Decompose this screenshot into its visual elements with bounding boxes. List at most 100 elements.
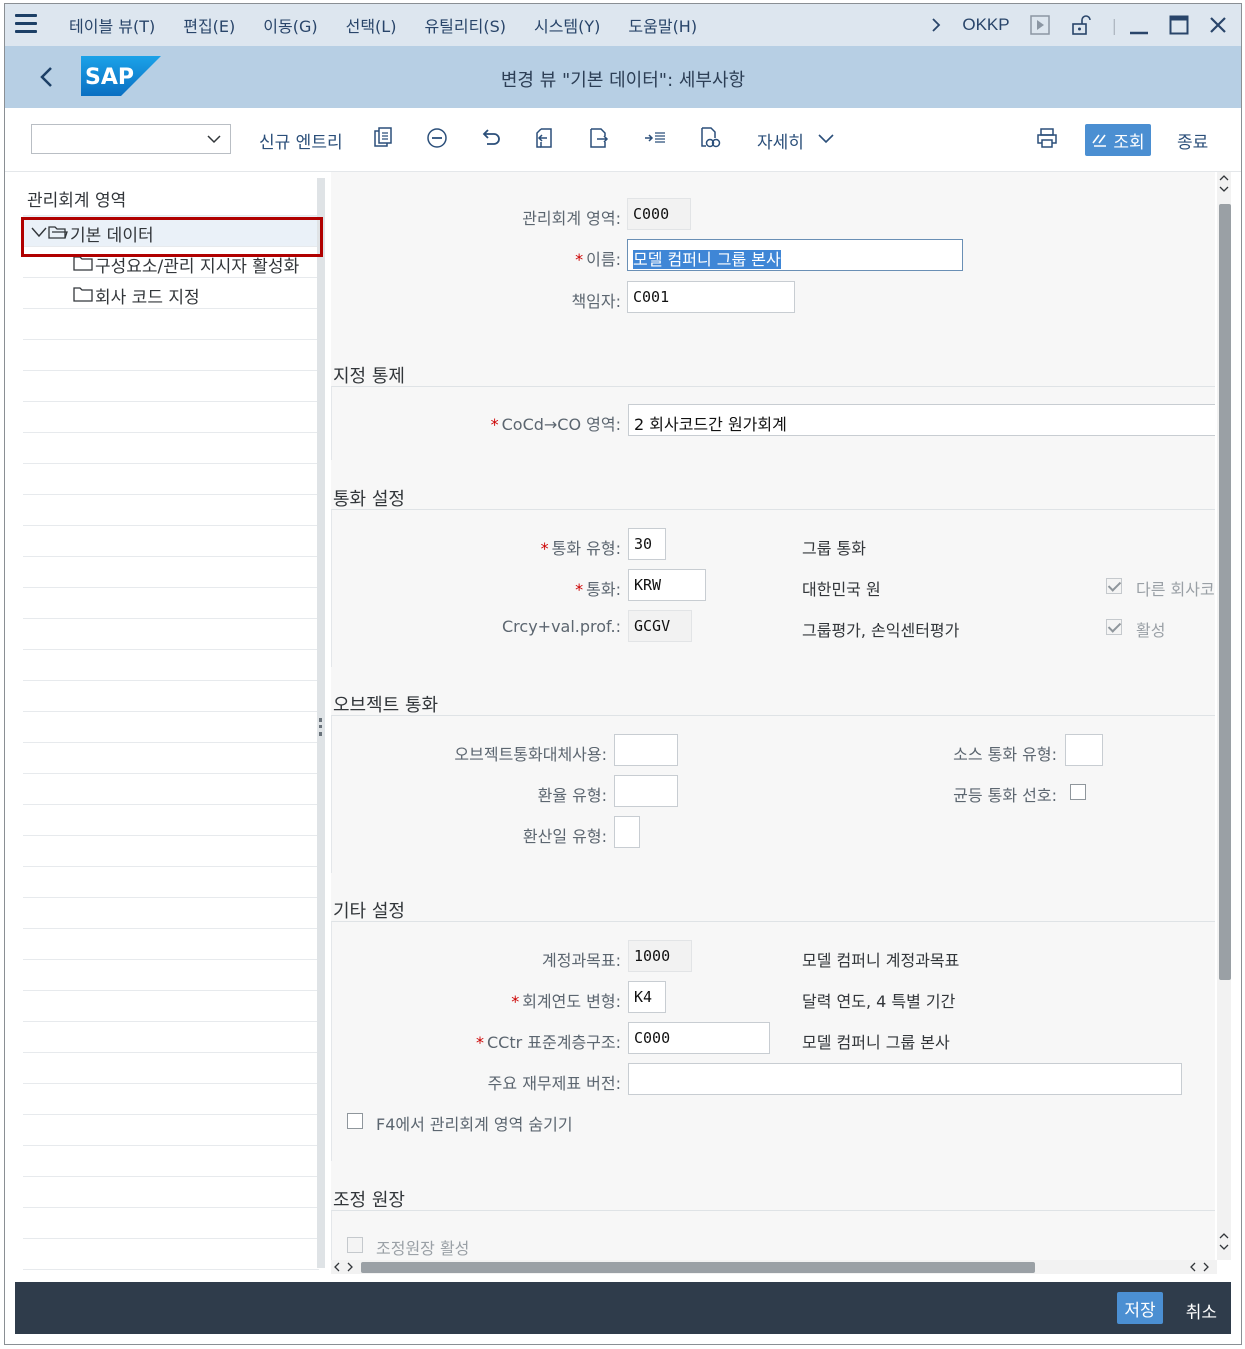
display-toggle-button[interactable]: 조회 xyxy=(1085,124,1151,156)
tree-empty-row xyxy=(23,1084,319,1115)
name-label-text: 이름: xyxy=(586,250,621,269)
tree-splitter[interactable] xyxy=(317,178,325,1268)
menu-utilities[interactable]: 유틸리티(S) xyxy=(424,13,506,37)
chevron-down-icon xyxy=(207,135,221,144)
tree-empty-row xyxy=(23,929,319,960)
save-button[interactable]: 저장 xyxy=(1117,1292,1163,1324)
horizontal-scrollbar[interactable] xyxy=(331,1260,1217,1274)
minimize-icon[interactable] xyxy=(1129,15,1149,35)
cancel-button[interactable]: 취소 xyxy=(1186,1298,1217,1323)
cctr-hierarchy-description: 모델 컴퍼니 그룹 본사 xyxy=(802,1033,950,1052)
name-label: * 이름: xyxy=(575,250,621,269)
next-entry-icon[interactable] xyxy=(587,126,611,150)
tree-empty-row xyxy=(23,1208,319,1239)
menu-edit[interactable]: 편집(E) xyxy=(183,13,235,37)
tree-empty-row xyxy=(23,557,319,588)
print-icon[interactable] xyxy=(1035,126,1059,150)
tree-empty-row xyxy=(23,464,319,495)
tree-empty-row xyxy=(23,960,319,991)
tree-empty-row xyxy=(23,433,319,464)
currency-label: * 통화: xyxy=(575,580,621,599)
new-entry-button[interactable]: 신규 엔트리 xyxy=(259,128,343,153)
folder-icon xyxy=(73,256,93,271)
fiscal-year-variant-label: * 회계연도 변형: xyxy=(511,992,621,1011)
tree-empty-row xyxy=(23,619,319,650)
menu-table-view[interactable]: 테이블 뷰(T) xyxy=(69,13,155,37)
person-responsible-input[interactable]: C001 xyxy=(627,281,795,313)
menu-selection[interactable]: 선택(L) xyxy=(346,13,397,37)
alt-object-currency-input[interactable] xyxy=(614,734,678,766)
cocd-label-text: CoCd→CO 영역: xyxy=(501,415,621,434)
hide-co-area-f4-checkbox[interactable] xyxy=(347,1113,363,1129)
unlock-icon[interactable] xyxy=(1070,14,1092,36)
chevron-down-icon[interactable] xyxy=(817,130,835,148)
group-assignment-control: * CoCd→CO 영역: 2 회사코드간 원가회계 xyxy=(331,386,1215,460)
horizontal-scroll-thumb[interactable] xyxy=(361,1262,1035,1273)
tree-empty-row xyxy=(23,650,319,681)
tree-item-company-code-assignment[interactable]: 회사 코드 지정 xyxy=(23,278,319,309)
maximize-icon[interactable] xyxy=(1169,15,1189,35)
chart-of-accounts-field: 1000 xyxy=(628,940,692,972)
tree-empty-row xyxy=(23,340,319,371)
exchange-rate-type-input[interactable] xyxy=(614,775,678,807)
tree-empty-row xyxy=(23,495,319,526)
menu-help[interactable]: 도움말(H) xyxy=(628,13,697,37)
section-reconciliation-ledger: 조정 원장 xyxy=(333,1190,405,1211)
exchange-rate-type-label: 환율 유형: xyxy=(537,786,607,805)
currency-input[interactable]: KRW xyxy=(628,569,706,601)
reconciliation-ledger-active-checkbox xyxy=(347,1237,363,1253)
close-icon[interactable] xyxy=(1209,16,1227,34)
menu-goto[interactable]: 이동(G) xyxy=(263,13,317,37)
previous-entry-icon[interactable] xyxy=(533,126,557,150)
scroll-down-icon[interactable] xyxy=(1219,1232,1229,1254)
active-checkbox xyxy=(1106,619,1122,635)
splitter-handle[interactable] xyxy=(319,718,322,736)
currency-type-input[interactable]: 30 xyxy=(628,528,666,560)
detail-content: 관리회계 영역: C000 * 이름: 모델 컴퍼니 그룹 본사 책임자: C00… xyxy=(331,172,1215,1260)
tree-empty-row xyxy=(23,1146,319,1177)
print-preview-icon[interactable] xyxy=(697,126,721,150)
valuation-profile-description: 그룹평가, 손익센터평가 xyxy=(802,621,960,640)
menu-system[interactable]: 시스템(Y) xyxy=(534,13,600,37)
chart-of-accounts-description: 모델 컴퍼니 계정과목표 xyxy=(802,951,960,970)
scroll-left-icon[interactable] xyxy=(333,1262,355,1272)
tree-empty-row xyxy=(23,371,319,402)
fiscal-year-variant-input[interactable]: K4 xyxy=(628,981,666,1013)
delete-icon[interactable] xyxy=(425,126,449,150)
fiscal-year-variant-description: 달력 연도, 4 특별 기간 xyxy=(802,992,956,1011)
fs-version-input[interactable] xyxy=(628,1063,1182,1095)
tree-empty-row xyxy=(23,526,319,557)
vertical-scrollbar[interactable] xyxy=(1217,172,1231,1260)
translation-date-type-input[interactable] xyxy=(614,816,640,848)
cctr-hierarchy-input[interactable]: C000 xyxy=(628,1022,770,1054)
currency-type-description: 그룹 통화 xyxy=(802,539,866,558)
action-dropdown[interactable] xyxy=(31,124,231,154)
chart-of-accounts-label: 계정과목표: xyxy=(542,951,621,970)
chevron-right-icon[interactable] xyxy=(930,17,942,33)
menu-bar: 테이블 뷰(T) 편집(E) 이동(G) 선택(L) 유틸리티(S) 시스템(Y… xyxy=(5,4,1241,46)
active-label: 활성 xyxy=(1136,621,1166,640)
transaction-code: OKKP xyxy=(962,15,1010,34)
name-value: 모델 컴퍼니 그룹 본사 xyxy=(633,250,781,269)
source-currency-type-input[interactable] xyxy=(1065,734,1103,766)
separator: | xyxy=(1111,15,1117,35)
currency-type-label: * 통화 유형: xyxy=(540,539,621,558)
equal-currency-preference-checkbox[interactable] xyxy=(1070,784,1086,800)
details-button[interactable]: 자세히 xyxy=(757,128,804,153)
scroll-right-icon[interactable] xyxy=(1189,1262,1211,1272)
undo-icon[interactable] xyxy=(479,126,503,150)
hamburger-menu-icon[interactable] xyxy=(15,14,37,34)
vertical-scroll-thumb[interactable] xyxy=(1219,204,1231,980)
person-responsible-label: 책임자: xyxy=(571,292,621,311)
insert-list-icon[interactable] xyxy=(643,126,667,150)
cocd-co-area-dropdown[interactable]: 2 회사코드간 원가회계 xyxy=(628,404,1215,436)
tree-empty-row xyxy=(23,867,319,898)
cocd-co-area-label: * CoCd→CO 영역: xyxy=(490,415,621,434)
scroll-up-icon[interactable] xyxy=(1219,174,1229,196)
section-object-currency: 오브젝트 통화 xyxy=(333,695,439,716)
exit-button[interactable]: 종료 xyxy=(1177,128,1208,153)
toolbar: 신규 엔트리 자세히 조회 종료 xyxy=(5,108,1241,172)
copy-icon[interactable] xyxy=(371,126,395,150)
name-input[interactable]: 모델 컴퍼니 그룹 본사 xyxy=(627,239,963,271)
play-icon[interactable] xyxy=(1029,15,1050,35)
